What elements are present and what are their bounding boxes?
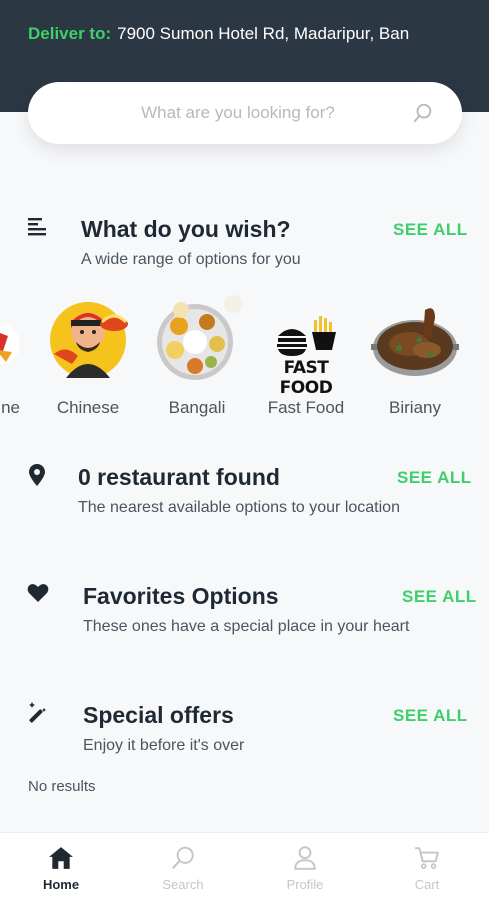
category-item-fast-food[interactable]: FAST FOOD Fast Food xyxy=(256,292,356,418)
search-icon[interactable] xyxy=(412,102,434,124)
profile-icon xyxy=(294,846,316,870)
delivery-address[interactable]: Deliver to: 7900 Sumon Hotel Rd, Madaripu… xyxy=(28,24,468,44)
location-pin-icon xyxy=(29,464,45,486)
tab-label: Home xyxy=(42,877,80,892)
see-all-restaurants-button[interactable]: SEE ALL xyxy=(397,468,472,488)
category-item-partial[interactable]: ne xyxy=(0,292,26,418)
section-subtitle-restaurants: The nearest available options to your lo… xyxy=(78,499,400,516)
search-icon xyxy=(172,846,194,869)
fast-food-logo-text: FAST FOOD xyxy=(279,358,333,398)
tab-home[interactable]: Home xyxy=(0,833,122,900)
tab-search[interactable]: Search xyxy=(122,833,244,900)
category-item-chinese[interactable]: Chinese xyxy=(38,292,138,418)
tab-label: Cart xyxy=(414,877,440,892)
bottom-tab-bar: Home Search Profile Cart xyxy=(0,832,489,900)
tab-profile[interactable]: Profile xyxy=(244,833,366,900)
magic-wand-icon xyxy=(29,702,46,723)
bangali-thali-image xyxy=(151,292,243,384)
tab-label: Search xyxy=(162,877,204,892)
no-results-text: No results xyxy=(28,778,96,795)
category-image xyxy=(0,292,22,384)
see-all-offers-button[interactable]: SEE ALL xyxy=(393,706,468,726)
deliver-label: Deliver to: xyxy=(28,24,112,43)
category-carousel[interactable]: ne Chinese Bangali FAST FOOD Fast Food B… xyxy=(0,292,489,427)
category-item-bangali[interactable]: Bangali xyxy=(147,292,247,418)
search-input[interactable] xyxy=(58,82,418,144)
section-title-offers: Special offers xyxy=(83,702,234,728)
section-subtitle-wish: A wide range of options for you xyxy=(81,251,301,268)
section-subtitle-favorites: These ones have a special place in your … xyxy=(83,618,410,635)
list-icon xyxy=(28,218,46,236)
tab-cart[interactable]: Cart xyxy=(366,833,488,900)
heart-icon xyxy=(27,584,49,602)
section-title-restaurants: 0 restaurant found xyxy=(78,464,280,490)
home-icon xyxy=(49,847,73,869)
category-label: Bangali xyxy=(168,398,226,417)
category-label: Chinese xyxy=(56,398,120,417)
category-label: ne xyxy=(1,398,20,417)
category-label: Biriany xyxy=(389,398,441,417)
see-all-wish-button[interactable]: SEE ALL xyxy=(393,220,468,240)
biriany-image xyxy=(369,292,461,384)
section-title-favorites: Favorites Options xyxy=(83,583,279,609)
fast-food-logo-image: FAST FOOD xyxy=(260,292,352,398)
cart-icon xyxy=(415,847,439,869)
see-all-favorites-button[interactable]: SEE ALL xyxy=(402,587,477,607)
tab-label: Profile xyxy=(286,877,324,892)
section-subtitle-offers: Enjoy it before it's over xyxy=(83,737,245,754)
category-item-biriany[interactable]: Biriany xyxy=(365,292,465,418)
search-bar[interactable] xyxy=(28,82,462,144)
category-label: Fast Food xyxy=(267,398,345,417)
chinese-food-image xyxy=(42,292,134,384)
address-text: 7900 Sumon Hotel Rd, Madaripur, Ban xyxy=(117,24,410,43)
section-title-wish: What do you wish? xyxy=(81,216,291,242)
